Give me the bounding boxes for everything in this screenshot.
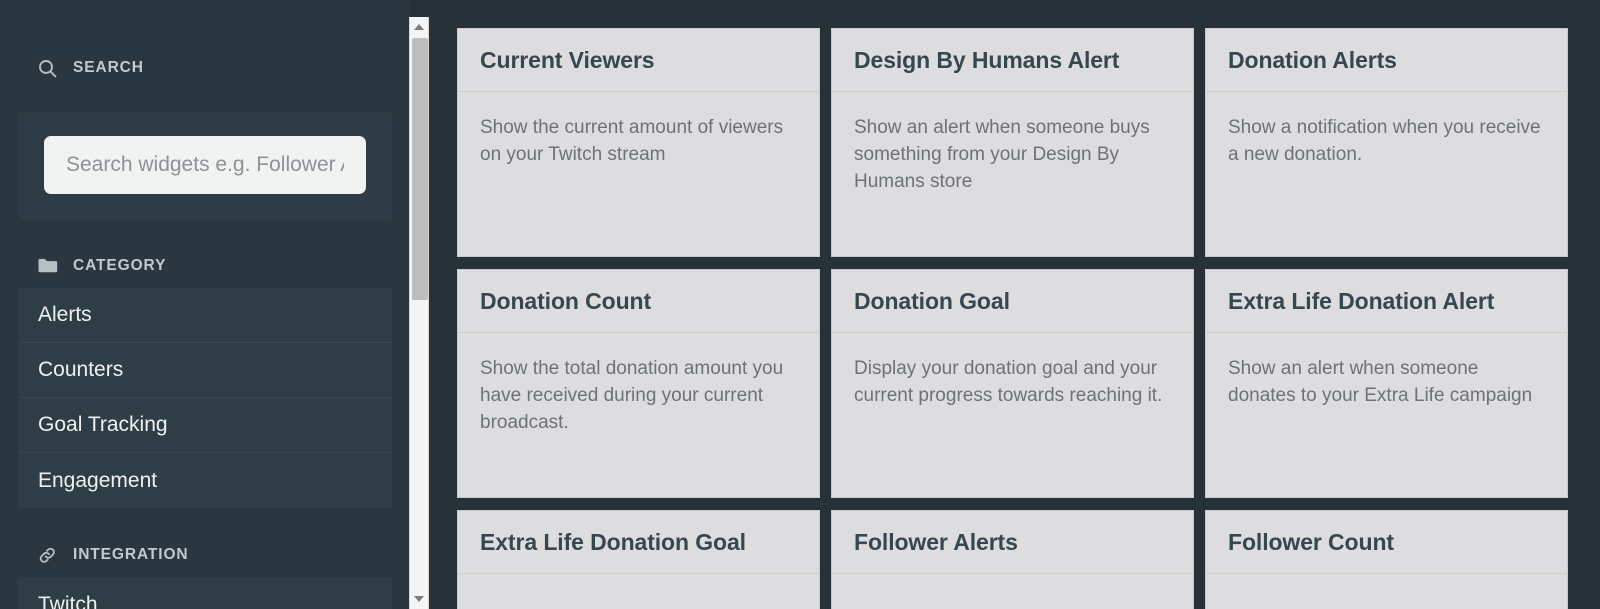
sidebar-item-engagement[interactable]: Engagement [18,453,392,508]
widget-card-body [458,574,819,596]
sidebar-item-label: Goal Tracking [38,413,168,436]
search-input[interactable] [44,136,366,194]
widget-card-body: Show an alert when someone donates to yo… [1206,333,1567,409]
scrollbar-thumb[interactable] [412,38,428,300]
sidebar-section-header-integration: INTEGRATION [0,533,410,577]
widget-card-grid: Current Viewers Show the current amount … [457,28,1568,609]
widget-card-header: Donation Goal [832,270,1193,333]
search-icon [38,59,60,77]
sidebar-item-counters[interactable]: Counters [18,343,392,398]
sidebar-item-label: Engagement [38,468,158,492]
widget-card-follower-count[interactable]: Follower Count [1205,510,1568,609]
widget-card-body [1206,574,1567,596]
widget-card-follower-alerts[interactable]: Follower Alerts [831,510,1194,609]
widget-card-description: Show the total donation amount you have … [480,358,784,433]
widget-browser-app: SEARCH CATEGORY Alerts Counters Goal Tra… [0,0,1600,609]
widget-card-header: Donation Alerts [1206,29,1567,92]
widget-card-description: Show a notification when you receive a n… [1228,117,1541,165]
widget-card-title: Donation Alerts [1228,46,1397,73]
sidebar-item-label: Twitch [38,592,98,609]
sidebar-item-goal-tracking[interactable]: Goal Tracking [18,398,392,453]
sidebar-item-label: Alerts [38,303,92,326]
widget-card-header: Extra Life Donation Alert [1206,270,1567,333]
widget-card-extra-life-donation-alert[interactable]: Extra Life Donation Alert Show an alert … [1205,269,1568,498]
widget-card-header: Donation Count [458,270,819,333]
widget-card-description: Show an alert when someone donates to yo… [1228,358,1533,406]
widget-card-body: Show the total donation amount you have … [458,333,819,436]
sidebar-item-twitch[interactable]: Twitch [18,577,392,609]
widget-card-title: Donation Goal [854,287,1010,314]
widget-card-donation-count[interactable]: Donation Count Show the total donation a… [457,269,820,498]
scrollbar-down-arrow-button[interactable] [410,589,428,609]
widget-card-design-by-humans-alert[interactable]: Design By Humans Alert Show an alert whe… [831,28,1194,257]
widget-card-body: Show an alert when someone buys somethin… [832,92,1193,195]
widget-card-body: Display your donation goal and your curr… [832,333,1193,409]
scrollbar-up-arrow-button[interactable] [410,17,428,37]
widget-card-title: Extra Life Donation Alert [1228,287,1495,314]
sidebar-scrollbar[interactable] [409,17,429,609]
triangle-up-icon [414,24,424,30]
widget-card-description: Display your donation goal and your curr… [854,358,1163,406]
folder-icon [38,257,60,275]
widget-card-donation-goal[interactable]: Donation Goal Display your donation goal… [831,269,1194,498]
sidebar-section-label-search: SEARCH [73,59,144,76]
widget-card-title: Current Viewers [480,46,655,73]
sidebar-item-label: Counters [38,358,124,381]
widget-card-title: Design By Humans Alert [854,46,1120,73]
widget-card-title: Follower Count [1228,528,1394,555]
sidebar-item-alerts[interactable]: Alerts [18,288,392,343]
category-list: Alerts Counters Goal Tracking Engagement [18,288,392,508]
widget-card-header: Follower Count [1206,511,1567,574]
search-panel [18,112,392,220]
widget-card-title: Extra Life Donation Goal [480,528,746,555]
widget-card-description: Show an alert when someone buys somethin… [854,117,1150,192]
widget-card-current-viewers[interactable]: Current Viewers Show the current amount … [457,28,820,257]
widget-card-header: Extra Life Donation Goal [458,511,819,574]
widget-card-header: Design By Humans Alert [832,29,1193,92]
widget-card-header: Follower Alerts [832,511,1193,574]
widget-card-description: Show the current amount of viewers on yo… [480,117,784,165]
sidebar-section-header-category: CATEGORY [0,244,410,288]
widget-card-extra-life-donation-goal[interactable]: Extra Life Donation Goal [457,510,820,609]
widget-card-body: Show the current amount of viewers on yo… [458,92,819,168]
integration-list: Twitch [18,577,392,609]
widget-card-body [832,574,1193,596]
widget-card-title: Follower Alerts [854,528,1018,555]
widget-grid-area: Current Viewers Show the current amount … [410,0,1600,609]
widget-card-donation-alerts[interactable]: Donation Alerts Show a notification when… [1205,28,1568,257]
widget-card-header: Current Viewers [458,29,819,92]
sidebar: SEARCH CATEGORY Alerts Counters Goal Tra… [0,0,410,609]
sidebar-section-label-integration: INTEGRATION [73,546,189,563]
link-icon [38,546,60,564]
sidebar-section-header-search: SEARCH [0,46,410,90]
sidebar-section-label-category: CATEGORY [73,257,167,274]
widget-card-body: Show a notification when you receive a n… [1206,92,1567,168]
widget-card-title: Donation Count [480,287,652,314]
triangle-down-icon [414,596,424,602]
